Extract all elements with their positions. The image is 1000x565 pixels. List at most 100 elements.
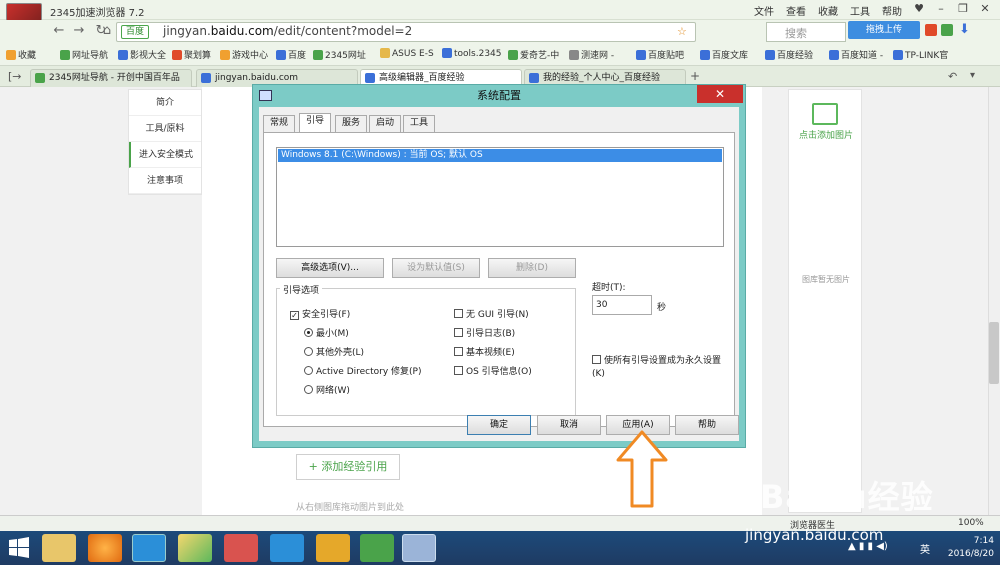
back-icon[interactable]: ←	[50, 22, 68, 40]
cloud-app-icon[interactable]	[270, 534, 304, 562]
no-gui-checkbox[interactable]: 无 GUI 引导(N)	[454, 307, 529, 320]
alt-shell-radio[interactable]: 其他外壳(L)	[304, 345, 364, 358]
tab-services[interactable]: 服务	[335, 115, 368, 132]
tab-2345[interactable]: 2345网址导航 - 开创中国百年品	[30, 69, 192, 87]
ad-repair-radio[interactable]: Active Directory 修复(P)	[304, 364, 422, 377]
new-tab-button[interactable]: +	[690, 69, 700, 83]
bookmark-item[interactable]: 百度知道 -	[829, 48, 883, 61]
checkbox-icon	[454, 309, 463, 318]
set-default-button[interactable]: 设为默认值(S)	[392, 258, 480, 278]
network-radio[interactable]: 网络(W)	[304, 383, 350, 396]
home-icon[interactable]: ⌂	[98, 22, 116, 40]
system-clock[interactable]: 7:14 2016/8/20	[944, 535, 994, 561]
restore-icon[interactable]: ❐	[952, 0, 974, 18]
help-button[interactable]: 帮助	[675, 415, 739, 435]
ok-button[interactable]: 确定	[467, 415, 531, 435]
paint-icon[interactable]	[178, 534, 212, 562]
iqiyi-icon[interactable]	[360, 534, 394, 562]
bookmark-item[interactable]: 爱奇艺-中	[508, 48, 559, 61]
bookmark-favicon-icon	[172, 50, 182, 60]
base-video-checkbox[interactable]: 基本视频(E)	[454, 345, 515, 358]
file-explorer-icon[interactable]	[42, 534, 76, 562]
safe-boot-checkbox[interactable]: ✓ 安全引导(F)	[290, 307, 350, 320]
undo-icon[interactable]: ↶	[948, 70, 957, 83]
add-image-link[interactable]: 点击添加图片	[792, 128, 860, 141]
up-arrow-annotation-icon	[616, 430, 668, 508]
apps-icon[interactable]	[941, 24, 953, 36]
page-scrollbar[interactable]	[988, 87, 1000, 515]
bookmark-item[interactable]: 百度贴吧	[636, 48, 684, 61]
bookmark-item[interactable]: 聚划算	[172, 48, 211, 61]
sidebar-toggle-icon[interactable]: [→	[8, 70, 22, 83]
zoom-level[interactable]: 100%	[958, 518, 984, 528]
bookmark-item[interactable]: TP-LINK官	[893, 48, 948, 61]
os-list[interactable]: Windows 8.1 (C:\Windows) : 当前 OS; 默认 OS	[276, 147, 724, 247]
os-info-checkbox[interactable]: OS 引导信息(O)	[454, 364, 532, 377]
tab-startup[interactable]: 启动	[369, 115, 402, 132]
bookmark-item[interactable]: 影视大全	[118, 48, 166, 61]
outline-item-tools[interactable]: 工具/原料	[129, 116, 201, 142]
url-text[interactable]: jingyan.baidu.com/edit/content?model=2	[163, 24, 412, 38]
bookmark-item[interactable]: 测速网 -	[569, 48, 614, 61]
browser-2345-icon[interactable]	[88, 534, 122, 562]
advanced-options-button[interactable]: 高级选项(V)...	[276, 258, 384, 278]
add-image-icon[interactable]	[812, 103, 838, 125]
safe-boot-label: 安全引导(F)	[302, 310, 351, 320]
outline-item-notes[interactable]: 注意事项	[129, 168, 201, 194]
bookmark-item[interactable]: 2345网址	[313, 48, 366, 61]
outline-item-intro[interactable]: 简介	[129, 90, 201, 116]
ie-icon[interactable]	[132, 534, 166, 562]
address-bar[interactable]: 百度 jingyan.baidu.com/edit/content?model=…	[116, 22, 696, 42]
bookmark-item[interactable]: 百度	[276, 48, 306, 61]
add-reference-button[interactable]: + 添加经验引用	[296, 454, 400, 480]
dialog-close-button[interactable]: ✕	[697, 85, 743, 103]
menu-view[interactable]: 查看	[786, 3, 806, 18]
bookmark-item[interactable]: 百度文库	[700, 48, 748, 61]
bookmark-item[interactable]: ASUS E-S	[380, 48, 434, 59]
favorite-star-icon[interactable]: ☆	[677, 25, 687, 38]
ime-indicator[interactable]: 英	[920, 541, 930, 556]
folder-app-icon[interactable]	[316, 534, 350, 562]
delete-button[interactable]: 删除(D)	[488, 258, 576, 278]
windows-start-icon[interactable]	[8, 537, 30, 559]
bookmark-label: 收藏	[18, 51, 37, 61]
minimize-icon[interactable]: –	[930, 0, 952, 18]
bookmark-item[interactable]: 游戏中心	[220, 48, 268, 61]
bookmark-label: 游戏中心	[232, 51, 269, 61]
power-app-icon[interactable]	[224, 534, 258, 562]
drag-upload-button[interactable]: 拖拽上传	[848, 21, 920, 39]
search-input[interactable]: 搜索	[766, 22, 846, 42]
bookmark-item[interactable]: 收藏	[6, 48, 36, 61]
outline-item-safe-mode[interactable]: 进入安全模式	[129, 142, 201, 168]
permanent-checkbox[interactable]: 使所有引导设置成为永久设置(K)	[592, 355, 722, 381]
bookmark-item[interactable]: tools.2345	[442, 48, 502, 59]
bookmark-item[interactable]: 百度经验	[765, 48, 813, 61]
download-icon[interactable]: ⬇	[959, 22, 970, 37]
boot-log-checkbox[interactable]: 引导日志(B)	[454, 326, 515, 339]
cancel-button[interactable]: 取消	[537, 415, 601, 435]
skin-icon[interactable]: ♥	[908, 0, 930, 18]
tab-boot[interactable]: 引导	[299, 113, 332, 133]
minimal-radio[interactable]: 最小(M)	[304, 326, 349, 339]
scrollbar-thumb[interactable]	[989, 322, 999, 384]
timeout-input[interactable]: 30	[592, 295, 652, 315]
os-list-item[interactable]: Windows 8.1 (C:\Windows) : 当前 OS; 默认 OS	[278, 149, 722, 162]
url-prefix: jingyan.	[163, 24, 211, 38]
radio-selected-icon	[304, 328, 313, 337]
system-config-dialog: 系统配置 ✕ 常规 引导 服务 启动 工具 Windows 8.1 (C:\Wi…	[252, 84, 746, 448]
menu-tools[interactable]: 工具	[850, 3, 870, 18]
bookmark-item[interactable]: 网址导航	[60, 48, 108, 61]
forward-icon[interactable]: →	[70, 22, 88, 40]
msconfig-taskbar-icon[interactable]	[402, 534, 436, 562]
tab-label: 2345网址导航 - 开创中国百年品	[49, 73, 180, 83]
menu-favorites[interactable]: 收藏	[818, 3, 838, 18]
tab-menu-icon[interactable]: ▾	[970, 70, 975, 81]
menu-file[interactable]: 文件	[754, 3, 774, 18]
extension-icon[interactable]	[925, 24, 937, 36]
close-window-icon[interactable]: ✕	[974, 0, 996, 18]
tab-general[interactable]: 常规	[263, 115, 296, 132]
menu-help[interactable]: 帮助	[882, 3, 902, 18]
checkbox-icon	[454, 366, 463, 375]
tab-tools[interactable]: 工具	[403, 115, 436, 132]
os-info-label: OS 引导信息(O)	[466, 367, 532, 377]
